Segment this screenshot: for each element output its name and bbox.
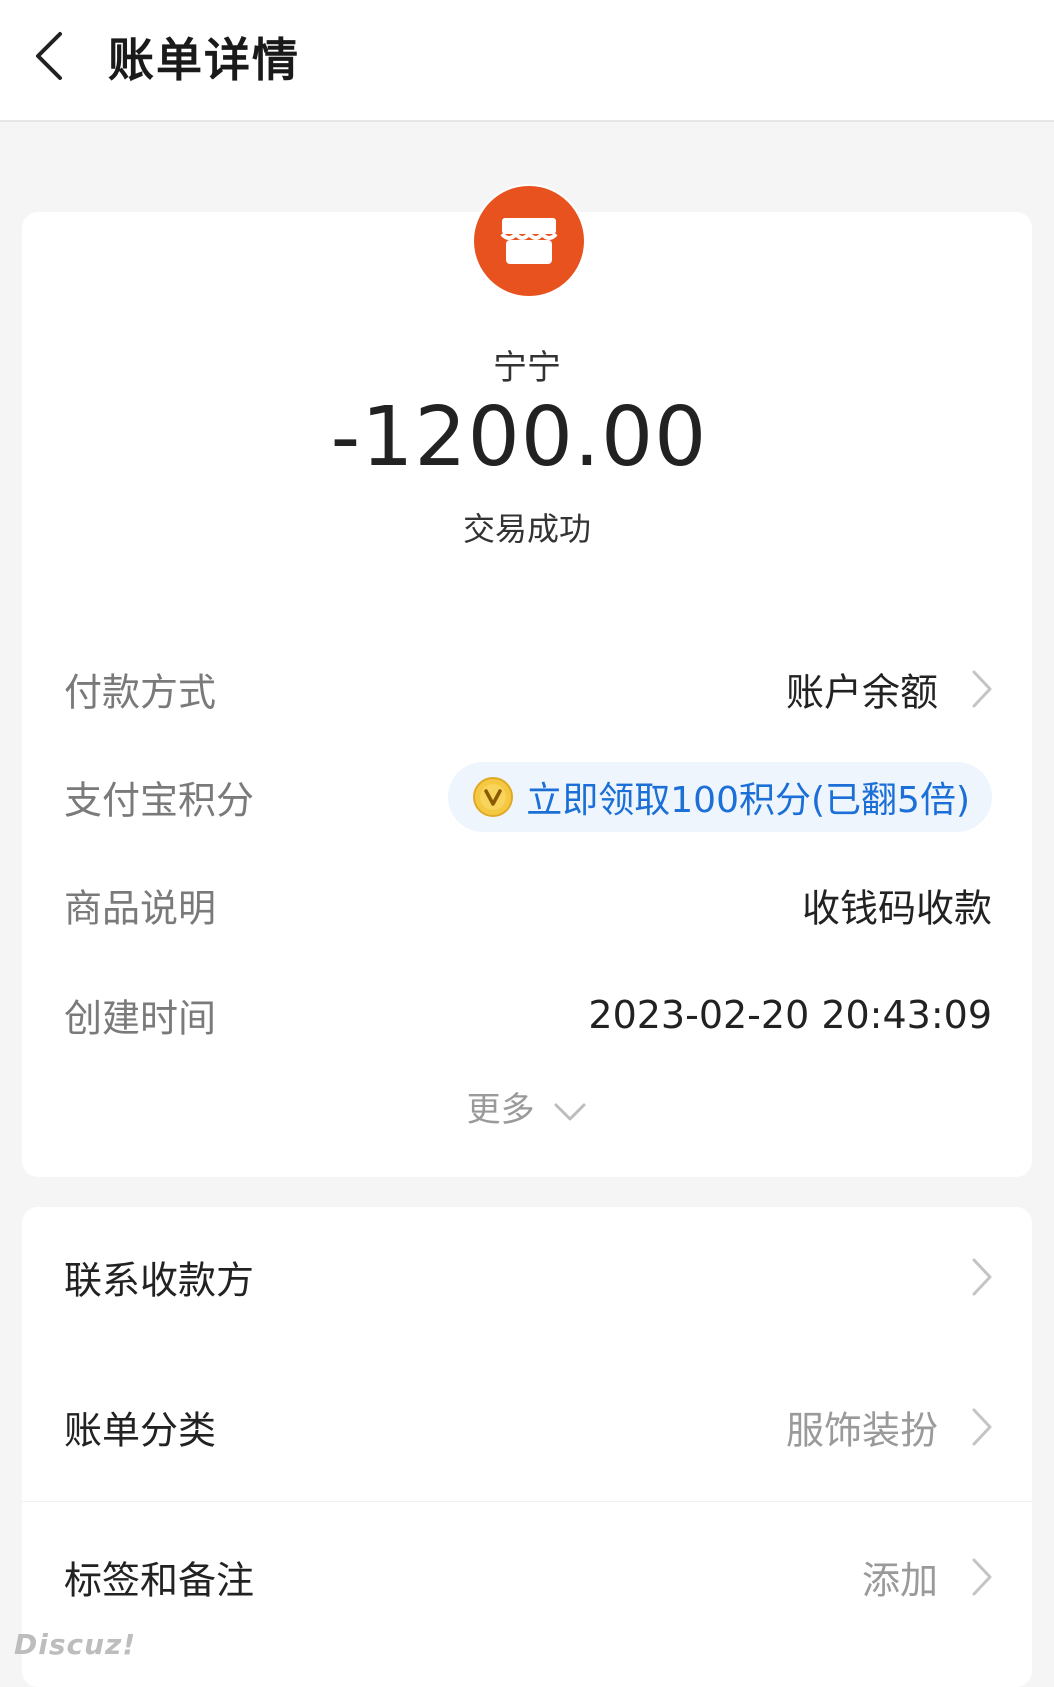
bill-category-value: 服饰装扮 — [785, 1408, 938, 1453]
payment-method-label: 付款方式 — [64, 670, 217, 715]
chevron-right-icon — [972, 1558, 992, 1596]
bill-category-label: 账单分类 — [64, 1408, 217, 1453]
contact-payee-row[interactable]: 联系收款方 — [22, 1207, 1032, 1347]
created-time-label: 创建时间 — [64, 996, 217, 1041]
more-button[interactable]: 更多 — [22, 1082, 1032, 1131]
chevron-right-icon — [972, 670, 992, 708]
payment-method-row[interactable]: 付款方式 账户余额 — [22, 644, 1032, 734]
bill-actions-card: 联系收款方 账单分类 服饰装扮 标签和备注 添加 — [22, 1207, 1032, 1687]
product-description-value: 收钱码收款 — [801, 886, 992, 931]
tags-notes-value: 添加 — [861, 1558, 938, 1603]
back-arrow-icon[interactable] — [30, 30, 70, 82]
transaction-status: 交易成功 — [462, 510, 591, 548]
more-label: 更多 — [466, 1090, 535, 1130]
watermark: Discuz! — [14, 1628, 137, 1661]
chevron-right-icon — [972, 1408, 992, 1446]
payee-name: 宁宁 — [493, 348, 561, 388]
coin-icon — [473, 777, 514, 817]
bill-category-row[interactable]: 账单分类 服饰装扮 — [22, 1357, 1032, 1497]
claim-points-button[interactable]: 立即领取100积分(已翻5倍) — [448, 762, 992, 832]
tags-notes-row[interactable]: 标签和备注 添加 — [22, 1507, 1032, 1647]
chevron-down-icon — [554, 1103, 586, 1120]
store-icon — [500, 218, 558, 264]
top-nav-bar: 账单详情 — [0, 0, 1054, 122]
product-description-row: 商品说明 收钱码收款 — [22, 860, 1032, 950]
chevron-right-icon — [972, 1258, 992, 1296]
alipay-points-label: 支付宝积分 — [64, 778, 255, 823]
product-description-label: 商品说明 — [64, 886, 217, 931]
divider — [22, 1501, 1032, 1502]
transaction-amount: -1200.00 — [330, 390, 708, 485]
contact-payee-label: 联系收款方 — [64, 1258, 255, 1303]
merchant-avatar — [472, 184, 586, 298]
bill-summary-card: 宁宁 -1200.00 交易成功 付款方式 账户余额 支付宝积分 立即领取100… — [22, 184, 1032, 1177]
page-title: 账单详情 — [108, 33, 300, 87]
alipay-points-row: 支付宝积分 立即领取100积分(已翻5倍) — [22, 752, 1032, 842]
payment-method-value: 账户余额 — [785, 670, 938, 715]
claim-points-text: 立即领取100积分(已翻5倍) — [526, 780, 970, 821]
created-time-row: 创建时间 2023-02-20 20:43:09 — [22, 970, 1032, 1060]
created-time-value: 2023-02-20 20:43:09 — [588, 993, 992, 1037]
tags-notes-label: 标签和备注 — [64, 1558, 255, 1603]
